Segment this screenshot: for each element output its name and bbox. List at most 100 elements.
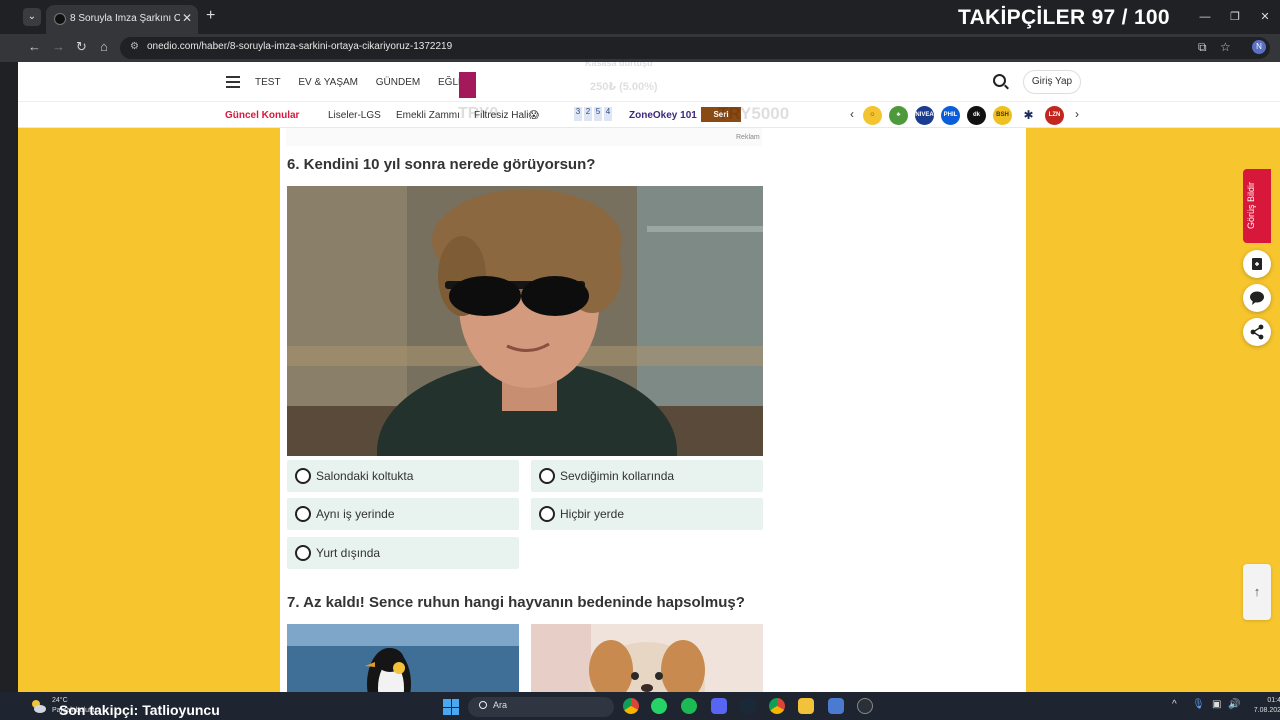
comments-button[interactable]	[1243, 284, 1271, 312]
arrow-up-icon: ↑	[1253, 584, 1261, 599]
back-icon[interactable]: ←	[28, 39, 41, 54]
radio-button-icon[interactable]	[295, 506, 311, 522]
brand-logo[interactable]: dk	[967, 106, 986, 125]
obs-icon[interactable]	[857, 698, 873, 714]
brand-logo[interactable]: NIVEA	[915, 106, 934, 125]
answer-option[interactable]: Sevdiğimin kollarında	[531, 460, 763, 492]
scroll-to-top-button[interactable]: ↑	[1243, 564, 1271, 620]
trend-item[interactable]: Filtresiz Hali😱	[474, 110, 539, 121]
answer-option[interactable]: Aynı iş yerinde	[287, 498, 519, 530]
brand-strip: ☺ ♣ NIVEA PHIL dk BSH ✱ LZN	[863, 106, 1064, 125]
url-text[interactable]: onedio.com/haber/8-soruyla-imza-sarkini-…	[147, 41, 452, 52]
feedback-button[interactable]: Görüş Bildir	[1243, 169, 1271, 243]
ad-label: Reklam	[736, 134, 760, 141]
menu-icon[interactable]	[226, 76, 240, 88]
digit-badge[interactable]: 3 2 5 4	[574, 107, 612, 121]
answer-option[interactable]: Hiçbir yerde	[531, 498, 763, 530]
radio-button-icon[interactable]	[295, 468, 311, 484]
ghost-overlay-line: TRY5000	[718, 104, 790, 123]
brand-logo[interactable]: LZN	[1045, 106, 1064, 125]
search-icon	[479, 701, 487, 709]
brand-logo[interactable]: ✱	[1019, 106, 1038, 125]
nav-item-ev-yasam[interactable]: EV & YAŞAM	[298, 77, 358, 88]
chat-icon	[1250, 291, 1264, 305]
trending-label: Güncel Konular	[225, 110, 300, 121]
answer-image-dog[interactable]	[531, 624, 763, 692]
os-taskbar: 24°C Parçalı bulutlu Son takipçi: Tatlio…	[0, 692, 1280, 720]
whatsapp-icon[interactable]	[651, 698, 667, 714]
trend-item[interactable]: Emekli Zammı	[396, 110, 460, 121]
close-window-icon[interactable]: ✕	[1250, 0, 1280, 34]
volume-icon[interactable]: 🔊	[1228, 699, 1240, 710]
ghost-overlay-line: 250₺ (5.00%)	[590, 81, 658, 93]
stream-followers-overlay: TAKİPÇİLER 97 / 100	[958, 6, 1170, 29]
maximize-icon[interactable]: ❐	[1220, 0, 1250, 34]
share-button[interactable]	[1243, 318, 1271, 346]
ghost-overlay-line: Kasasa durtuşu	[585, 58, 653, 68]
nav-item-gundem[interactable]: GÜNDEM	[376, 77, 420, 88]
profile-avatar[interactable]: N	[1252, 40, 1266, 54]
brand-logo[interactable]: BSH	[993, 106, 1012, 125]
chevron-up-icon[interactable]: ^	[1172, 699, 1177, 710]
app-icon[interactable]	[828, 698, 844, 714]
brand-logo[interactable]: ♣	[889, 106, 908, 125]
ad-slot[interactable]	[286, 128, 762, 146]
answer-option[interactable]: Salondaki koltukta	[287, 460, 519, 492]
tab-search-button[interactable]: ⌄	[23, 8, 41, 26]
main-nav: TEST EV & YAŞAM GÜNDEM EĞLEN	[255, 77, 487, 88]
chrome-icon[interactable]	[769, 698, 785, 714]
reload-icon[interactable]: ↻	[76, 39, 87, 55]
site-header: TEST EV & YAŞAM GÜNDEM EĞLEN Kasasa durt…	[18, 58, 1280, 102]
site-info-icon[interactable]: ⚙	[130, 41, 139, 52]
chevron-right-icon[interactable]: ›	[1075, 107, 1079, 121]
radio-button-icon[interactable]	[539, 506, 555, 522]
minimize-icon[interactable]: —	[1190, 0, 1220, 34]
spotify-icon[interactable]	[681, 698, 697, 714]
bookmark-button[interactable]	[1243, 250, 1271, 278]
answer-option-label: Sevdiğimin kollarında	[560, 469, 675, 483]
browser-tab[interactable]: 8 Soruyla İmza Şarkını Ortaya Ç ✕	[46, 5, 198, 34]
share-icon	[1250, 324, 1264, 340]
new-tab-icon[interactable]: +	[206, 7, 215, 25]
microphone-icon[interactable]: 🎙	[1192, 699, 1205, 710]
discord-icon[interactable]	[711, 698, 727, 714]
windows-start-icon[interactable]	[443, 699, 459, 715]
bookmark-star-icon[interactable]: ☆	[1220, 40, 1231, 54]
brand-logo[interactable]: PHIL	[941, 106, 960, 125]
login-button[interactable]: Giriş Yap	[1023, 70, 1081, 94]
system-clock[interactable]: 01:4 7.08.202	[1251, 696, 1280, 716]
answer-option[interactable]: Yurt dışında	[287, 537, 519, 569]
clock-time: 01:4	[1267, 697, 1280, 704]
trend-item[interactable]: ZoneOkey 101	[629, 110, 697, 121]
search-icon[interactable]	[993, 74, 1006, 87]
answer-option-label: Hiçbir yerde	[560, 507, 625, 521]
install-app-icon[interactable]: ⧉	[1198, 40, 1207, 55]
network-icon[interactable]: ▣	[1212, 699, 1221, 710]
browser-title-bar: ⌄ 8 Soruyla İmza Şarkını Ortaya Ç ✕ + TA…	[0, 0, 1280, 34]
question-6-image	[287, 186, 763, 456]
home-icon[interactable]: ⌂	[100, 39, 108, 54]
radio-button-icon[interactable]	[539, 468, 555, 484]
weather-icon[interactable]	[30, 698, 46, 714]
answer-option-label: Salondaki koltukta	[316, 469, 414, 483]
feedback-label: Görüş Bildir	[1246, 181, 1256, 229]
taskbar-search[interactable]	[468, 697, 614, 717]
clock-date: 7.08.202	[1253, 707, 1280, 714]
nav-item-test[interactable]: TEST	[255, 77, 281, 88]
chevron-left-icon[interactable]: ‹	[850, 107, 854, 121]
answer-image-penguin[interactable]	[287, 624, 519, 692]
trend-item[interactable]: Liseler-LGS	[328, 110, 381, 121]
close-tab-icon[interactable]: ✕	[182, 11, 192, 25]
file-explorer-icon[interactable]	[798, 698, 814, 714]
trending-bar: Güncel Konular Liseler-LGS Emekli Zammı …	[18, 102, 1280, 128]
brand-logo[interactable]: ☺	[863, 106, 882, 125]
chrome-profile-icon[interactable]	[623, 698, 639, 714]
window-controls: — ❐ ✕	[1190, 0, 1280, 34]
radio-button-icon[interactable]	[295, 545, 311, 561]
forward-icon[interactable]: →	[52, 39, 65, 54]
question-6-title: 6. Kendini 10 yıl sonra nerede görüyorsu…	[287, 156, 596, 173]
question-7-title: 7. Az kaldı! Sence ruhun hangi hayvanın …	[287, 594, 745, 611]
left-gutter	[0, 62, 18, 692]
steam-icon[interactable]	[740, 698, 756, 714]
sunglasses-person-image	[287, 186, 763, 456]
